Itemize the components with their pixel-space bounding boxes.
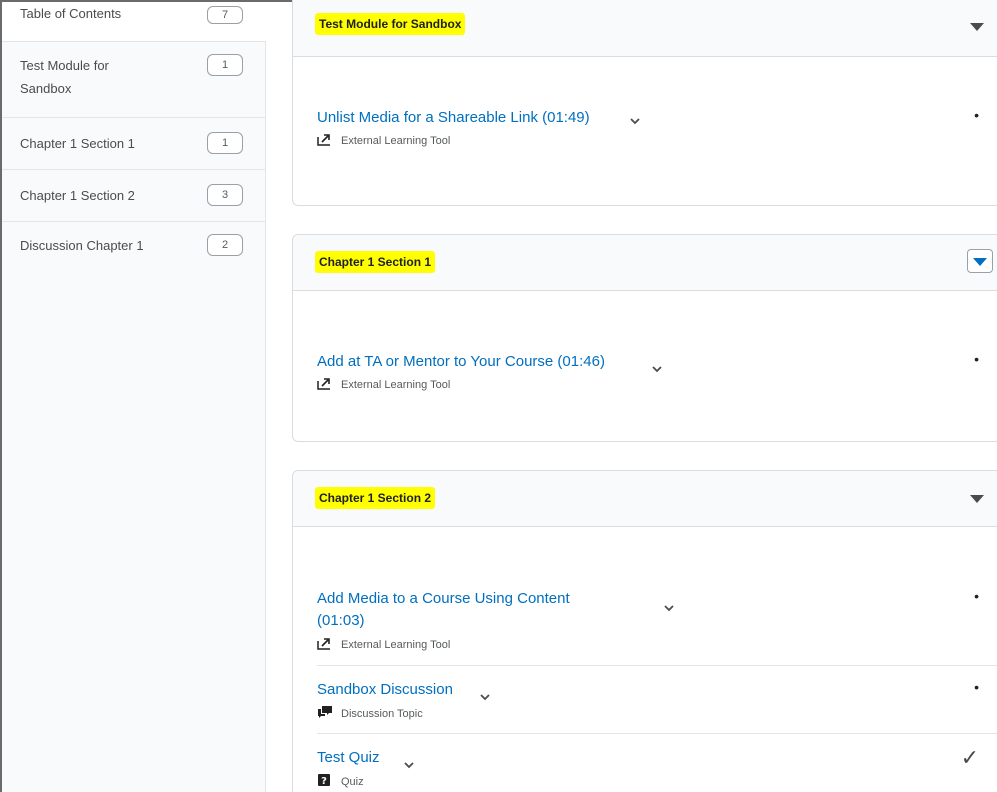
caret-down-icon [970, 495, 984, 503]
discussion-icon [317, 705, 333, 719]
external-tool-icon [317, 132, 333, 146]
sidebar-item-count-badge: 2 [207, 234, 243, 256]
module-header[interactable]: Test Module for Sandbox [293, 0, 997, 57]
content-item: Add Media to a Course Using Content (01:… [317, 588, 987, 656]
chevron-down-icon[interactable] [403, 759, 415, 771]
content-item-link[interactable]: Unlist Media for a Shareable Link (01:49… [317, 107, 590, 129]
content-item-type: External Learning Tool [317, 376, 450, 392]
module-header[interactable]: Chapter 1 Section 2 [293, 471, 997, 527]
completion-status-dot: • [974, 107, 979, 123]
content-item-type-label: External Learning Tool [341, 639, 451, 651]
sidebar-item-label: Test Module for Sandbox [20, 58, 109, 96]
sidebar-item-label: Discussion Chapter 1 [20, 238, 144, 253]
sidebar-item-chapter-1-section-1[interactable]: Chapter 1 Section 1 1 [2, 118, 266, 170]
module-title: Chapter 1 Section 1 [315, 251, 436, 273]
svg-text:?: ? [321, 776, 327, 787]
collapse-toggle-button[interactable] [967, 17, 987, 37]
completed-check-icon: ✓ [960, 745, 979, 770]
sidebar-item-label: Chapter 1 Section 1 [20, 136, 135, 151]
content-item-type-label: Discussion Topic [341, 708, 423, 720]
content-item-type: External Learning Tool [317, 132, 450, 148]
completion-status-dot: • [974, 351, 979, 367]
collapse-toggle-button[interactable] [967, 489, 987, 509]
sidebar-item-count-badge: 3 [207, 184, 243, 206]
item-divider [317, 733, 997, 734]
external-tool-icon [317, 376, 333, 390]
item-divider [317, 665, 997, 666]
sidebar-item-table-of-contents[interactable]: Table of Contents 7 [2, 2, 266, 42]
sidebar-item-discussion-chapter-1[interactable]: Discussion Chapter 1 2 [2, 222, 266, 268]
content-item-link[interactable]: Sandbox Discussion [317, 679, 453, 701]
content-item-link[interactable]: Add Media to a Course Using Content (01:… [317, 588, 570, 632]
caret-down-icon [973, 258, 987, 266]
content-item-type-label: External Learning Tool [341, 379, 451, 391]
sidebar-item-test-module[interactable]: Test Module for Sandbox 1 [2, 42, 266, 118]
content-item-type: External Learning Tool [317, 636, 450, 652]
content-item-link-line: (01:03) [317, 612, 365, 629]
content-item: Add at TA or Mentor to Your Course (01:4… [317, 351, 987, 395]
caret-down-icon [970, 23, 984, 31]
completion-status-dot: • [974, 679, 979, 695]
module-test-module-for-sandbox: Test Module for Sandbox Unlist Media for… [292, 0, 997, 206]
chevron-down-icon[interactable] [629, 115, 641, 127]
content-item-link[interactable]: Add at TA or Mentor to Your Course (01:4… [317, 351, 605, 373]
chevron-down-icon[interactable] [663, 602, 675, 614]
collapse-toggle-button[interactable] [967, 249, 993, 273]
module-chapter-1-section-1: Chapter 1 Section 1 Add at TA or Mentor … [292, 234, 997, 442]
content-item: Sandbox Discussion Discussion Topic • [317, 679, 987, 723]
sidebar-item-label: Table of Contents [20, 6, 122, 21]
sidebar-nav: Table of Contents 7 Test Module for Sand… [2, 2, 266, 792]
chevron-down-icon[interactable] [651, 363, 663, 375]
sidebar-item-count-badge: 1 [207, 54, 243, 76]
content-item: Unlist Media for a Shareable Link (01:49… [317, 107, 987, 151]
content-item-type-label: External Learning Tool [341, 135, 451, 147]
content-item-link-line: Add Media to a Course Using Content [317, 590, 570, 607]
sidebar-item-count-badge: 7 [207, 6, 243, 24]
content-area: Test Module for Sandbox Unlist Media for… [267, 0, 997, 792]
content-item-type: ? Quiz [317, 773, 364, 789]
quiz-icon: ? [317, 773, 333, 787]
module-title: Chapter 1 Section 2 [315, 487, 436, 509]
content-item-link[interactable]: Test Quiz [317, 747, 380, 769]
module-header[interactable]: Chapter 1 Section 1 [293, 235, 997, 291]
module-title: Test Module for Sandbox [315, 13, 466, 35]
external-tool-icon [317, 636, 333, 650]
module-chapter-1-section-2: Chapter 1 Section 2 Add Media to a Cours… [292, 470, 997, 792]
sidebar-item-label: Chapter 1 Section 2 [20, 188, 135, 203]
sidebar-item-count-badge: 1 [207, 132, 243, 154]
content-item-type-label: Quiz [341, 776, 364, 788]
chevron-down-icon[interactable] [479, 691, 491, 703]
content-item: Test Quiz ? Quiz ✓ [317, 745, 987, 791]
sidebar-item-chapter-1-section-2[interactable]: Chapter 1 Section 2 3 [2, 170, 266, 222]
completion-status-dot: • [974, 588, 979, 604]
content-item-type: Discussion Topic [317, 705, 423, 721]
